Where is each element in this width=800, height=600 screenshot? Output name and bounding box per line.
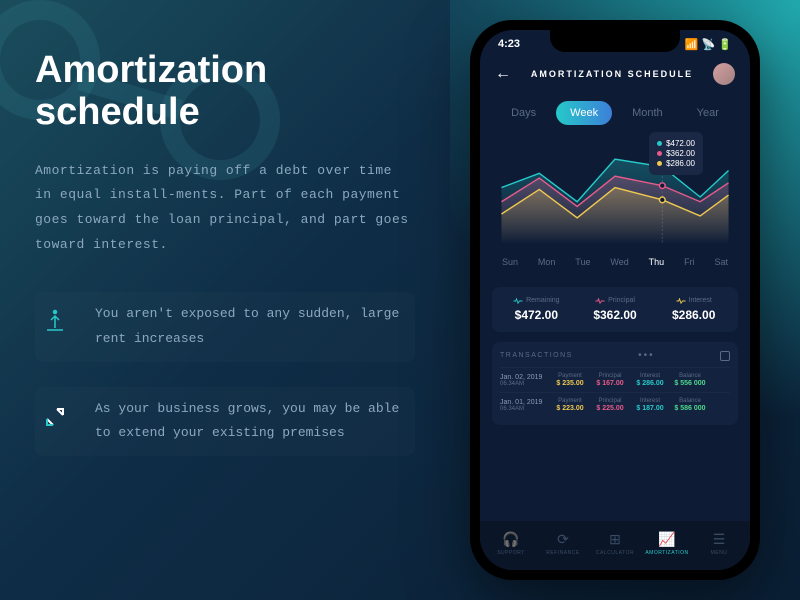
transactions-panel: TRANSACTIONS ••• Jan. 02, 201906.34AM Pa… [492,342,738,425]
bottom-nav: 🎧SUPPORT ⟳REFINANCE ⊞CALCULATOR 📈AMORTIZ… [480,521,750,570]
chart-x-axis: SunMonTueWedThuFriSat [492,257,738,267]
description: Amortization is paying off a debt over t… [35,159,415,258]
period-tabs: Days Week Month Year [480,93,750,137]
status-time: 4:23 [498,38,520,51]
feature-item: You aren't exposed to any sudden, large … [35,292,415,361]
transactions-title: TRANSACTIONS [500,352,573,359]
growth-icon [35,302,75,342]
nav-support[interactable]: 🎧SUPPORT [485,531,537,556]
nav-menu[interactable]: ☰MENU [693,531,745,556]
avatar[interactable] [713,63,735,85]
tab-days[interactable]: Days [497,101,550,125]
stats-row: Remaining $472.00 Principal $362.00 Inte… [492,287,738,332]
stat-interest: Interest $286.00 [654,297,733,322]
page-title: Amortization schedule [35,50,415,134]
expand-icon [35,397,75,437]
phone-mockup: 4:23 📶 📡 🔋 ← AMORTIZATION SCHEDULE Days … [470,20,760,580]
nav-amortization[interactable]: 📈AMORTIZATION [641,531,693,556]
chart-area[interactable]: $472.00 $362.00 $286.00 [492,137,738,277]
screen-title: AMORTIZATION SCHEDULE [531,69,693,79]
tab-month[interactable]: Month [618,101,677,125]
grid-icon[interactable] [720,351,730,361]
battery-icon: 🔋 [718,38,732,51]
feature-text: As your business grows, you may be able … [95,397,415,446]
chart-tooltip: $472.00 $362.00 $286.00 [649,132,703,175]
back-button[interactable]: ← [495,65,511,83]
stat-remaining: Remaining $472.00 [497,297,576,322]
table-row[interactable]: Jan. 01, 201906.34AM Payment$ 223.00 Pri… [500,392,730,417]
stat-principal: Principal $362.00 [576,297,655,322]
feature-text: You aren't exposed to any sudden, large … [95,302,415,351]
feature-item: As your business grows, you may be able … [35,387,415,456]
drag-handle-icon[interactable]: ••• [638,350,655,361]
wifi-icon: 📡 [702,38,716,51]
nav-refinance[interactable]: ⟳REFINANCE [537,531,589,556]
tab-week[interactable]: Week [556,101,612,125]
tab-year[interactable]: Year [683,101,733,125]
nav-calculator[interactable]: ⊞CALCULATOR [589,531,641,556]
signal-icon: 📶 [685,38,699,51]
table-row[interactable]: Jan. 02, 201906.34AM Payment$ 235.00 Pri… [500,367,730,392]
